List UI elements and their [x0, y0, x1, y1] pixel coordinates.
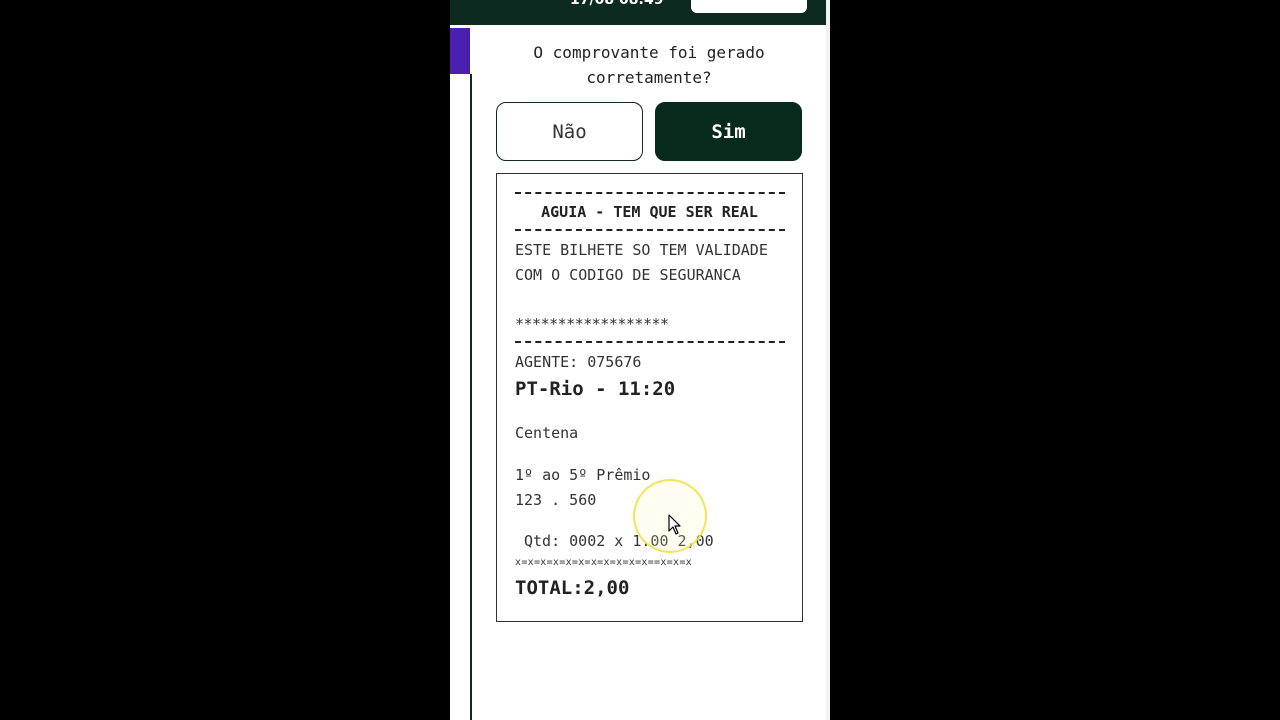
receipt-dashed-divider: [515, 229, 785, 231]
status-bar: 17/08 08:49: [450, 0, 826, 25]
receipt-dashed-divider: [515, 341, 785, 343]
receipt-agent: AGENTE: 075676: [515, 353, 642, 371]
receipt-notice: ESTE BILHETE SO TEM VALIDADE COM O CODIG…: [515, 241, 768, 284]
no-button[interactable]: Não: [496, 102, 643, 161]
side-panel-tab[interactable]: [450, 28, 470, 74]
receipt-separator: x=x=x=x=x=x=x=x=x=x=x==x=x=x: [515, 557, 692, 568]
side-panel-edge: [450, 25, 470, 720]
scrollbar-track: [826, 0, 830, 720]
receipt-draw: PT-Rio - 11:20: [515, 378, 676, 400]
receipt-preview: AGUIA - TEM QUE SER REAL ESTE BILHETE SO…: [496, 173, 803, 622]
receipt-title: AGUIA - TEM QUE SER REAL: [541, 203, 758, 221]
receipt-game: Centena: [515, 424, 579, 442]
side-divider: [470, 74, 472, 720]
receipt-security-code: ******************: [515, 315, 669, 333]
receipt-total: TOTAL:2,00: [515, 577, 630, 599]
app-screen: 17/08 08:49 O comprovante foi gerado cor…: [450, 0, 830, 720]
receipt-dashed-divider: [515, 192, 785, 194]
confirm-question: O comprovante foi gerado corretamente?: [533, 43, 765, 87]
yes-button[interactable]: Sim: [655, 102, 802, 161]
receipt-prize: 1º ao 5º Prêmio: [515, 466, 651, 484]
status-time: 17/08 08:49: [570, 0, 664, 8]
receipt-quantity: Qtd: 0002 x 1.00 2,00: [524, 532, 714, 550]
receipt-numbers: 123 . 560: [515, 491, 597, 509]
status-pill: [691, 0, 807, 13]
